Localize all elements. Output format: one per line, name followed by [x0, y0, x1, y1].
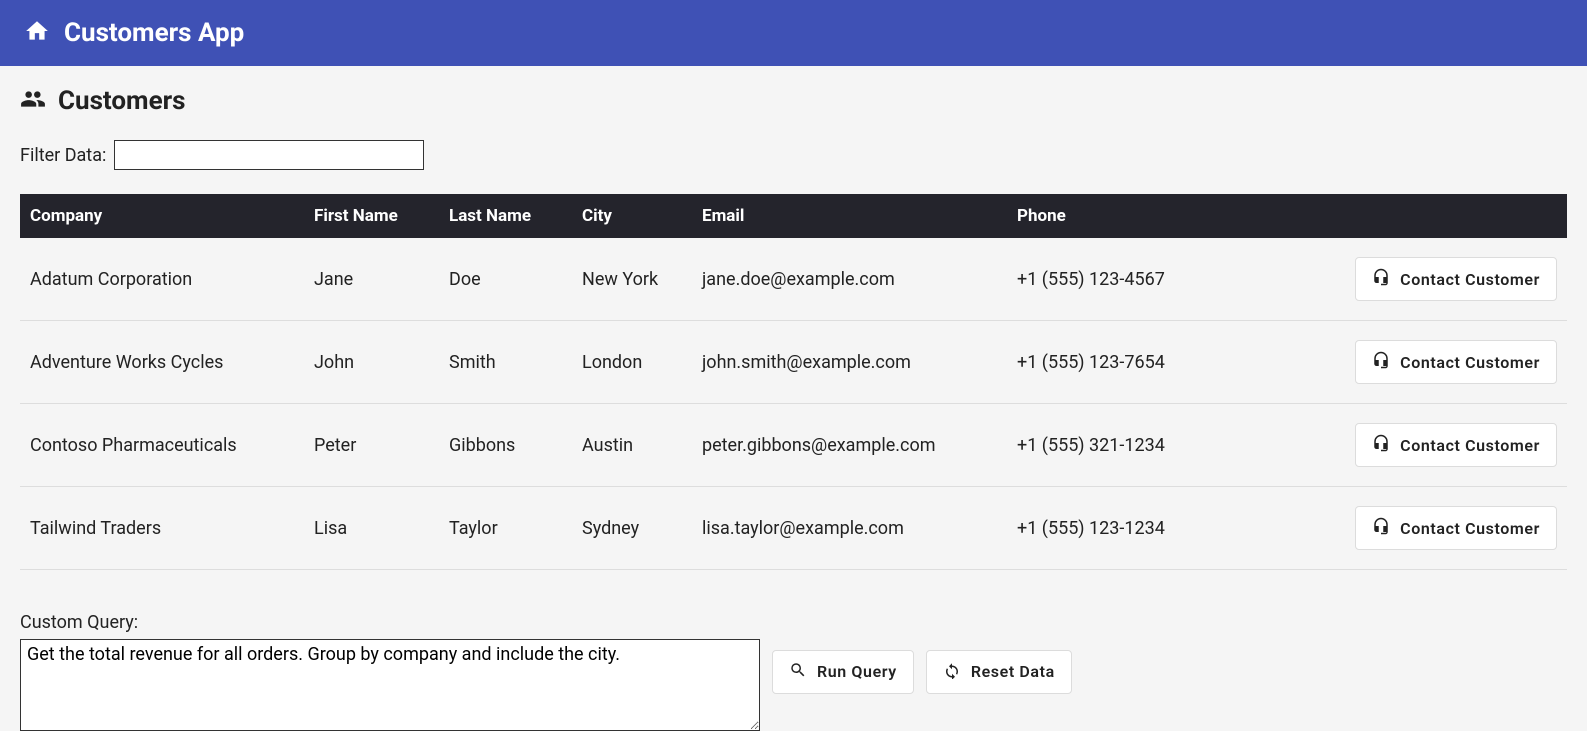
- contact-customer-button[interactable]: Contact Customer: [1355, 423, 1557, 467]
- table-row: Adatum CorporationJaneDoeNew Yorkjane.do…: [20, 238, 1567, 321]
- cell-first-name: John: [304, 321, 439, 404]
- contact-customer-button[interactable]: Contact Customer: [1355, 257, 1557, 301]
- cell-email: lisa.taylor@example.com: [692, 487, 1007, 570]
- filter-input[interactable]: [114, 140, 424, 170]
- reset-data-button[interactable]: Reset Data: [926, 650, 1072, 694]
- col-email: Email: [692, 194, 1007, 238]
- col-first-name: First Name: [304, 194, 439, 238]
- col-company: Company: [20, 194, 304, 238]
- search-icon: [789, 661, 807, 683]
- cell-email: john.smith@example.com: [692, 321, 1007, 404]
- col-action: [1232, 194, 1567, 238]
- refresh-icon: [943, 661, 961, 683]
- cell-last-name: Smith: [439, 321, 572, 404]
- cell-last-name: Gibbons: [439, 404, 572, 487]
- cell-first-name: Jane: [304, 238, 439, 321]
- table-row: Adventure Works CyclesJohnSmithLondonjoh…: [20, 321, 1567, 404]
- cell-company: Tailwind Traders: [20, 487, 304, 570]
- run-query-button[interactable]: Run Query: [772, 650, 914, 694]
- cell-phone: +1 (555) 321-1234: [1007, 404, 1232, 487]
- col-city: City: [572, 194, 692, 238]
- contact-customer-button[interactable]: Contact Customer: [1355, 506, 1557, 550]
- cell-last-name: Doe: [439, 238, 572, 321]
- cell-phone: +1 (555) 123-7654: [1007, 321, 1232, 404]
- headset-icon: [1372, 434, 1390, 456]
- filter-label: Filter Data:: [20, 145, 106, 166]
- contact-customer-label: Contact Customer: [1400, 353, 1540, 372]
- app-title: Customers App: [64, 18, 244, 48]
- cell-city: Austin: [572, 404, 692, 487]
- page-title: Customers: [58, 86, 186, 116]
- headset-icon: [1372, 268, 1390, 290]
- content: Customers Filter Data: Company First Nam…: [0, 66, 1587, 731]
- reset-data-label: Reset Data: [971, 662, 1055, 681]
- cell-first-name: Lisa: [304, 487, 439, 570]
- app-header: Customers App: [0, 0, 1587, 66]
- cell-phone: +1 (555) 123-1234: [1007, 487, 1232, 570]
- cell-company: Adatum Corporation: [20, 238, 304, 321]
- cell-last-name: Taylor: [439, 487, 572, 570]
- col-last-name: Last Name: [439, 194, 572, 238]
- cell-action: Contact Customer: [1232, 487, 1567, 570]
- contact-customer-button[interactable]: Contact Customer: [1355, 340, 1557, 384]
- table-header-row: Company First Name Last Name City Email …: [20, 194, 1567, 238]
- home-icon[interactable]: [24, 18, 50, 48]
- cell-email: peter.gibbons@example.com: [692, 404, 1007, 487]
- run-query-label: Run Query: [817, 662, 897, 681]
- cell-email: jane.doe@example.com: [692, 238, 1007, 321]
- customers-table: Company First Name Last Name City Email …: [20, 194, 1567, 570]
- col-phone: Phone: [1007, 194, 1232, 238]
- table-row: Contoso PharmaceuticalsPeterGibbonsAusti…: [20, 404, 1567, 487]
- cell-phone: +1 (555) 123-4567: [1007, 238, 1232, 321]
- custom-query-label: Custom Query:: [20, 612, 760, 633]
- filter-row: Filter Data:: [20, 140, 1567, 170]
- cell-action: Contact Customer: [1232, 238, 1567, 321]
- people-icon: [20, 86, 46, 116]
- headset-icon: [1372, 517, 1390, 539]
- cell-city: London: [572, 321, 692, 404]
- cell-city: New York: [572, 238, 692, 321]
- cell-first-name: Peter: [304, 404, 439, 487]
- cell-company: Adventure Works Cycles: [20, 321, 304, 404]
- cell-city: Sydney: [572, 487, 692, 570]
- table-row: Tailwind TradersLisaTaylorSydneylisa.tay…: [20, 487, 1567, 570]
- custom-query-textarea[interactable]: [20, 639, 760, 731]
- cell-action: Contact Customer: [1232, 404, 1567, 487]
- query-section: Custom Query: Run Query Reset Data: [20, 612, 1567, 731]
- page-heading: Customers: [20, 86, 1567, 116]
- contact-customer-label: Contact Customer: [1400, 436, 1540, 455]
- cell-company: Contoso Pharmaceuticals: [20, 404, 304, 487]
- headset-icon: [1372, 351, 1390, 373]
- contact-customer-label: Contact Customer: [1400, 519, 1540, 538]
- contact-customer-label: Contact Customer: [1400, 270, 1540, 289]
- cell-action: Contact Customer: [1232, 321, 1567, 404]
